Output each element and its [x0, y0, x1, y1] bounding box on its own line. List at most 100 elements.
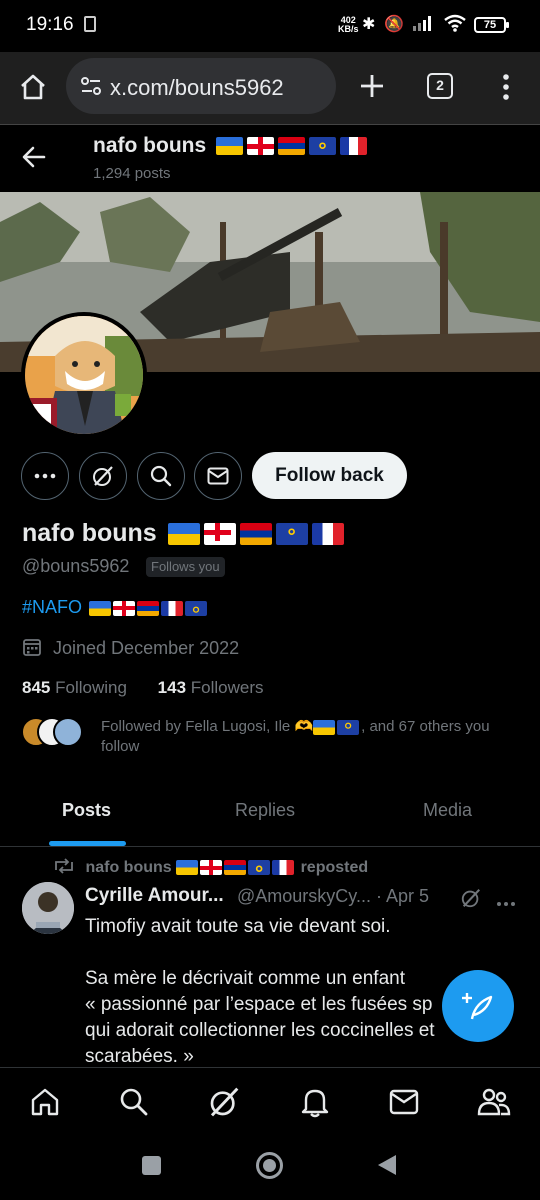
browser-toolbar: x.com/bouns5962 2: [0, 52, 540, 124]
joined-date: Joined December 2022: [22, 637, 239, 659]
france-flag-icon: [340, 137, 367, 156]
follow-back-button[interactable]: Follow back: [252, 452, 407, 499]
profile-bio: #NAFO: [22, 597, 209, 618]
network-speed: 402 KB/s: [338, 16, 359, 34]
battery-icon: 75: [474, 17, 509, 33]
messages-nav-icon[interactable]: [386, 1084, 422, 1120]
address-bar[interactable]: x.com/bouns5962: [66, 58, 336, 114]
profile-tabs: Posts Replies Media: [0, 784, 540, 847]
followers-link[interactable]: 143 Followers: [158, 678, 264, 697]
tab-replies[interactable]: Replies: [235, 800, 295, 821]
armenia-flag-icon: [137, 600, 160, 616]
grok-nav-icon[interactable]: [206, 1084, 242, 1120]
georgia-flag-icon: [203, 523, 236, 546]
repost-icon: [55, 858, 73, 874]
bottom-navigation: [0, 1067, 540, 1137]
followed-by-text[interactable]: Followed by Fella Lugosi, Ile 🫶, and 67 …: [101, 717, 511, 757]
follows-you-badge: Follows you: [146, 557, 225, 577]
repost-by-name: nafo bouns: [85, 859, 172, 876]
ukraine-flag-icon: [216, 137, 243, 156]
profile-handle: @bouns5962: [22, 556, 130, 576]
ukraine-flag-icon: [176, 860, 199, 876]
mute-icon: 🔕: [384, 16, 404, 33]
notifications-nav-icon[interactable]: [297, 1084, 333, 1120]
grok-icon[interactable]: [460, 887, 482, 914]
eu-flag-icon: [248, 860, 271, 876]
home-nav-icon[interactable]: [27, 1084, 63, 1120]
signal-icon: [412, 14, 436, 37]
recents-button[interactable]: [142, 1156, 161, 1175]
calendar-icon: [23, 639, 41, 656]
eu-flag-icon: [185, 600, 208, 616]
post-meta: @AmourskyCy... · Apr 5: [237, 886, 429, 907]
message-button[interactable]: [194, 452, 242, 500]
eu-flag-icon: [337, 719, 360, 735]
more-icon: [34, 473, 56, 479]
post-author-handle[interactable]: @AmourskyCy...: [237, 886, 371, 906]
profile-name: nafo bouns: [22, 519, 348, 548]
post-author-name[interactable]: Cyrille Amour...: [85, 885, 224, 907]
georgia-flag-icon: [200, 860, 223, 876]
bluetooth-icon: ✱: [362, 16, 376, 33]
georgia-flag-icon: [247, 137, 274, 156]
tab-switcher-button[interactable]: 2: [427, 73, 453, 99]
header-name: nafo bouns: [93, 134, 207, 157]
back-system-button[interactable]: [377, 1154, 397, 1181]
tab-media[interactable]: Media: [423, 800, 472, 821]
home-icon[interactable]: [18, 72, 48, 107]
search-icon: [150, 465, 172, 487]
follower-avatar: [53, 717, 83, 747]
armenia-flag-icon: [239, 523, 272, 546]
post-author-avatar[interactable]: [22, 882, 74, 934]
compose-feather-icon: [462, 993, 493, 1020]
search-profile-button[interactable]: [137, 452, 185, 500]
status-time: 19:16: [26, 14, 74, 35]
grok-icon: [93, 466, 113, 486]
post-body: Timofiy avait toute sa vie devant soi. S…: [85, 916, 435, 1067]
more-options-button[interactable]: [21, 452, 69, 500]
header-post-count: 1,294 posts: [93, 165, 171, 182]
armenia-flag-icon: [278, 137, 305, 156]
profile-avatar[interactable]: [21, 312, 147, 438]
new-tab-icon[interactable]: [358, 72, 386, 105]
ukraine-flag-icon: [89, 600, 112, 616]
followers-count: 143: [157, 678, 187, 697]
bio-hashtag[interactable]: #NAFO: [22, 597, 82, 617]
ukraine-flag-icon: [167, 523, 200, 546]
france-flag-icon: [311, 523, 344, 546]
follow-counts: 845 Following 143 Followers: [22, 678, 264, 698]
following-link[interactable]: 845 Following: [22, 678, 127, 697]
url-text: x.com/bouns5962: [110, 75, 284, 100]
status-bar: 19:16 402 KB/s ✱ 🔕 75: [0, 0, 540, 52]
france-flag-icon: [161, 600, 184, 616]
back-arrow-icon[interactable]: [22, 146, 46, 173]
search-nav-icon[interactable]: [116, 1084, 152, 1120]
tab-posts[interactable]: Posts: [62, 800, 111, 821]
post-more-icon[interactable]: [496, 894, 516, 912]
site-settings-icon[interactable]: [80, 75, 102, 102]
communities-nav-icon[interactable]: [476, 1084, 512, 1120]
active-tab-indicator: [49, 841, 126, 846]
ukraine-flag-icon: [313, 719, 336, 735]
france-flag-icon: [272, 860, 295, 876]
home-system-button[interactable]: [256, 1152, 283, 1179]
header-title: nafo bouns: [93, 134, 371, 158]
net-speed-unit: KB/s: [338, 24, 359, 34]
following-label: Following: [55, 678, 127, 697]
mail-icon: [207, 467, 229, 485]
home-button-dot: [263, 1159, 276, 1172]
repost-indicator: nafo bouns reposted: [53, 858, 368, 877]
joined-text: Joined December 2022: [53, 638, 240, 658]
post-date[interactable]: · Apr 5: [376, 886, 429, 906]
armenia-flag-icon: [224, 860, 247, 876]
georgia-flag-icon: [113, 600, 136, 616]
eu-flag-icon: [309, 137, 336, 156]
browser-menu-icon[interactable]: [496, 72, 516, 107]
repost-label: reposted: [300, 859, 369, 876]
grok-button[interactable]: [79, 452, 127, 500]
followed-by-prefix: Followed by Fella Lugosi, Ile: [101, 718, 291, 735]
system-navigation-bar: [0, 1137, 540, 1200]
compose-post-button[interactable]: [442, 970, 514, 1042]
profile-name-text: nafo bouns: [22, 519, 157, 547]
followers-label: Followers: [190, 678, 264, 697]
